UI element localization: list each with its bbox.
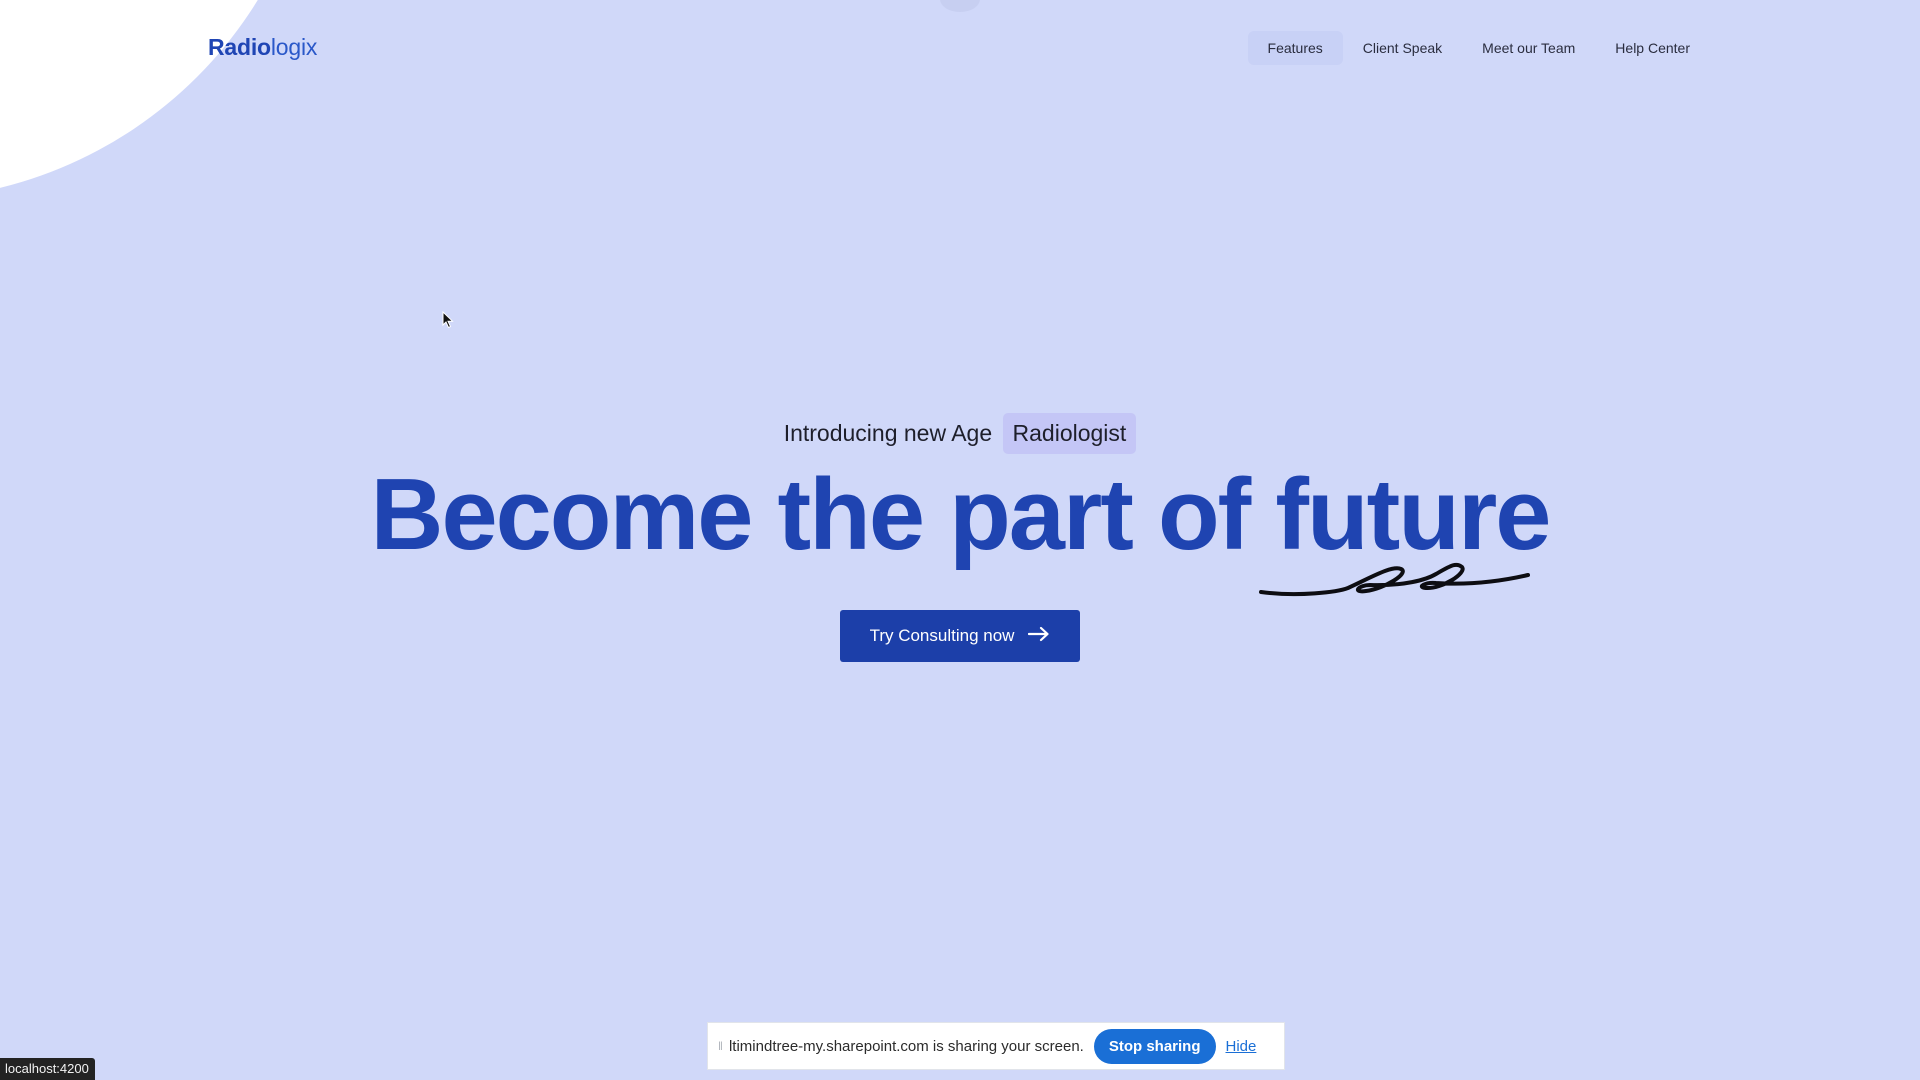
- underline-squiggle-icon: [1259, 562, 1530, 597]
- hero-intro-line: Introducing new Age Radiologist: [0, 413, 1920, 454]
- cta-label: Try Consulting now: [869, 626, 1015, 645]
- nav-item-client-speak[interactable]: Client Speak: [1343, 31, 1462, 65]
- hero-headline: Become the part of future: [370, 459, 1552, 571]
- stop-sharing-button[interactable]: Stop sharing: [1093, 1028, 1216, 1064]
- mouse-pointer-icon: [442, 310, 454, 334]
- share-message: ltimindtree-my.sharepoint.com is sharing…: [728, 1037, 1084, 1055]
- decorative-top-dot: [940, 0, 980, 12]
- arrow-right-icon: [1028, 626, 1050, 647]
- nav-item-help-center[interactable]: Help Center: [1595, 31, 1710, 65]
- screen-share-bar: ‖ ltimindtree-my.sharepoint.com is shari…: [707, 1022, 1285, 1070]
- try-consulting-button[interactable]: Try Consulting now: [840, 610, 1080, 662]
- status-bar-url: localhost:4200: [0, 1058, 95, 1080]
- hero-tag-prefix: Introducing new Age: [783, 420, 993, 446]
- hero-tag-highlight: Radiologist: [1002, 413, 1137, 454]
- top-navigation: Features Client Speak Meet our Team Help…: [1247, 31, 1710, 65]
- hide-link[interactable]: Hide: [1226, 1038, 1257, 1055]
- logo-light-text: logix: [270, 34, 318, 60]
- drag-handle-icon[interactable]: ‖: [718, 1039, 723, 1053]
- logo-bold-text: Radio: [208, 34, 271, 60]
- brand-logo[interactable]: Radiologix: [208, 34, 317, 61]
- nav-item-features[interactable]: Features: [1247, 31, 1343, 65]
- nav-item-meet-our-team[interactable]: Meet our Team: [1462, 31, 1595, 65]
